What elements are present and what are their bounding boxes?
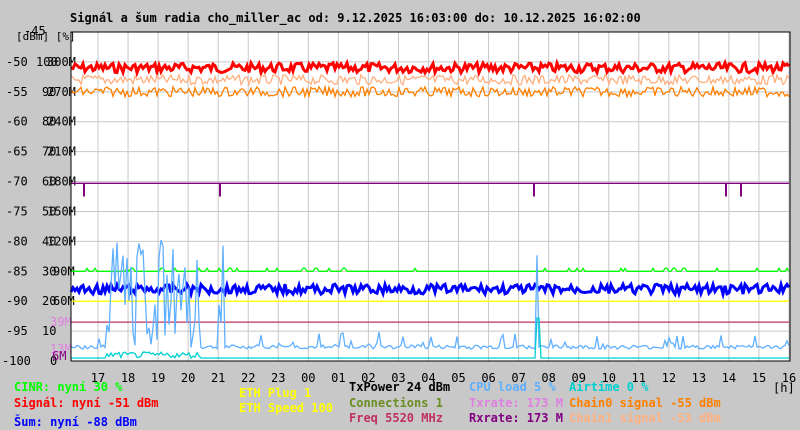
legend-txpower: TxPower 24 dBm — [349, 380, 451, 394]
y-tick-dbm: -85 — [6, 264, 28, 278]
y-tick-dbm: -65 — [6, 145, 28, 159]
legend-eth-plug: ETH Plug 1 — [239, 386, 312, 400]
y-tick-rate: 210M — [47, 145, 76, 159]
x-tick-label: 00 — [301, 371, 315, 385]
y-tick-rate: 240M — [47, 115, 76, 129]
chart-svg: -45-50 100300M-55 90270M-60 80240M-65 70210M… — [2, 24, 796, 395]
y-tick-rate: 180M — [47, 175, 76, 189]
y-tick-dbm: -50 — [6, 55, 28, 69]
x-tick-label: 22 — [241, 371, 255, 385]
y-tick-extra: 39M — [50, 315, 72, 329]
y-tick-dbm: -95 — [6, 324, 28, 338]
y-tick-extra: 6M — [52, 349, 66, 363]
x-tick-label: 14 — [722, 371, 736, 385]
legend-eth-speed: ETH Speed 100 — [239, 401, 333, 415]
y-tick-dbm: -55 — [6, 85, 28, 99]
x-tick-label: 13 — [692, 371, 706, 385]
y-axis-label: [dBm] [%] — [16, 30, 76, 43]
y-tick-rate: 150M — [47, 204, 76, 218]
legend-signal: Signál: nyní -51 dBm — [14, 396, 159, 410]
y-tick-dbm: -80 — [6, 234, 28, 248]
x-tick-label: 19 — [151, 371, 165, 385]
y-tick-rate: 120M — [47, 234, 76, 248]
legend-cinr: CINR: nyní 30 % — [14, 380, 123, 394]
x-axis-label: [h] — [773, 381, 795, 395]
x-tick-label: 23 — [271, 371, 285, 385]
y-tick-dbm: -70 — [6, 175, 28, 189]
legend-txrate: Txrate: 173 M — [469, 396, 563, 410]
x-tick-label: 20 — [181, 371, 195, 385]
legend-airtime: Airtime 0 % — [569, 380, 649, 394]
x-tick-label: 05 — [451, 371, 465, 385]
x-tick-label: 15 — [752, 371, 766, 385]
legend-cpu: CPU load 5 % — [469, 380, 556, 394]
y-tick-dbm: -60 — [6, 115, 28, 129]
chart-root: Signál a šum radia cho_miller_ac od: 9.1… — [0, 0, 800, 430]
plot-area — [71, 32, 790, 361]
legend-chain0: Chain0 signal -55 dBm — [569, 396, 721, 410]
x-tick-label: 12 — [662, 371, 676, 385]
legend-rxrate: Rxrate: 173 M — [469, 411, 563, 425]
y-tick-dbm: -100 — [2, 354, 31, 368]
y-tick-dbm: -75 — [6, 204, 28, 218]
legend-connections: Connections 1 — [349, 396, 443, 410]
legend-chain1: Chain1 signal -53 dBm — [569, 411, 721, 425]
x-tick-label: 18 — [121, 371, 135, 385]
legend-freq: Freq 5520 MHz — [349, 411, 443, 425]
x-tick-label: 01 — [331, 371, 345, 385]
legend-noise: Šum: nyní -88 dBm — [14, 415, 137, 429]
y-tick-dbm: -90 — [6, 294, 28, 308]
x-tick-label: 21 — [211, 371, 225, 385]
